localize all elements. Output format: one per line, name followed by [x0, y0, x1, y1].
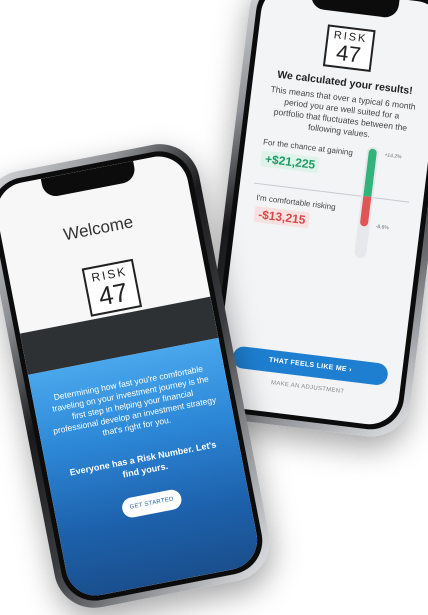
phone-notch	[41, 160, 137, 199]
risk-sign-icon: RISK 47	[323, 24, 376, 72]
risk-number: 47	[334, 39, 363, 68]
range-chart: For the chance at gaining +$21,225 I'm c…	[247, 133, 415, 263]
risk-sign-icon: RISK 47	[81, 258, 143, 317]
gain-percent: +14.2%	[384, 152, 402, 161]
risk-percent: -8.6%	[375, 223, 390, 232]
gain-value: +$21,225	[260, 150, 321, 174]
risk-value: -$13,215	[253, 205, 311, 229]
phone-notch	[309, 0, 400, 19]
phone-bezel: RISK 47 We calculated your results! This…	[207, 0, 428, 434]
results-screen: RISK 47 We calculated your results! This…	[212, 0, 428, 428]
results-header: RISK 47 We calculated your results! This…	[247, 16, 428, 148]
welcome-title: Welcome	[61, 212, 135, 245]
